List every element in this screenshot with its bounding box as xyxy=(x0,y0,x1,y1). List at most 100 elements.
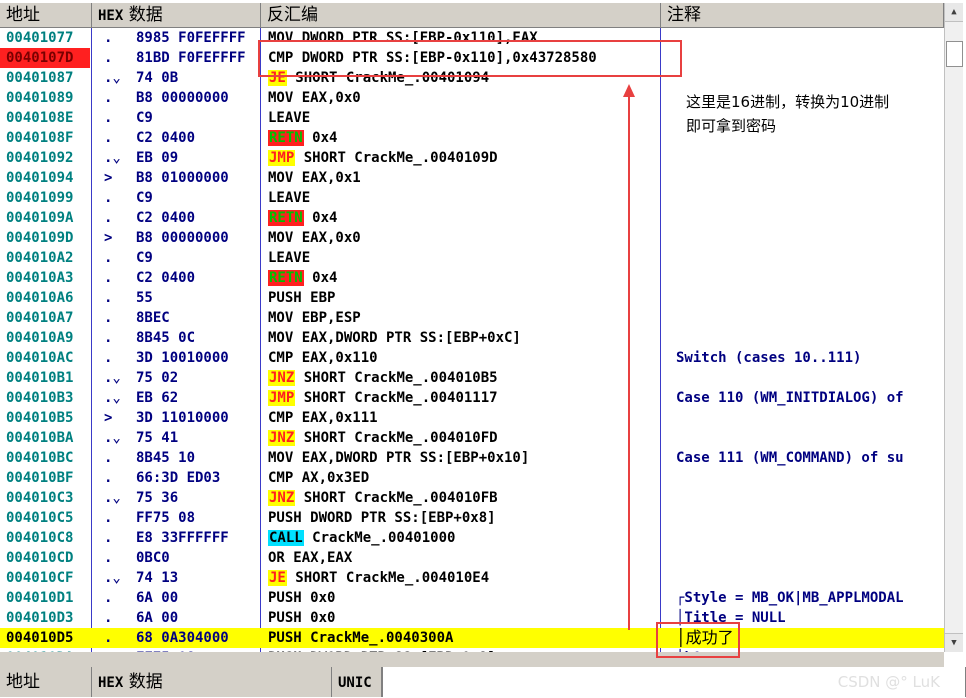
row-address[interactable]: 004010BA xyxy=(6,428,73,448)
row-instruction[interactable]: JE SHORT CrackMe_.004010E4 xyxy=(268,568,658,588)
row-hex-bytes[interactable]: EB 09 xyxy=(136,148,258,168)
row-address[interactable]: 004010A7 xyxy=(6,308,73,328)
row-address[interactable]: 00401094 xyxy=(6,168,73,188)
disassembly-row[interactable]: 004010CF .⌄ 74 13 JE SHORT CrackMe_.004010E… xyxy=(0,568,944,588)
row-instruction[interactable]: PUSH 0x0 xyxy=(268,588,658,608)
disassembly-row[interactable]: 004010C8. E8 33FFFFFF CALL CrackMe_.004010… xyxy=(0,528,944,548)
row-hex-bytes[interactable]: 8985 F0FEFFFF xyxy=(136,28,258,48)
row-address[interactable]: 004010CF xyxy=(6,568,73,588)
row-instruction[interactable]: RETN 0x4 xyxy=(268,128,658,148)
row-address[interactable]: 004010D1 xyxy=(6,588,73,608)
row-instruction[interactable]: JNZ SHORT CrackMe_.004010FD xyxy=(268,428,658,448)
dump-header-unicode[interactable]: UNIC xyxy=(332,667,382,697)
row-address[interactable]: 004010B3 xyxy=(6,388,73,408)
disassembly-row[interactable]: 00401092 .⌄ EB 09 JMP SHORT CrackMe_.004010… xyxy=(0,148,944,168)
row-hex-bytes[interactable]: 8B45 10 xyxy=(136,448,258,468)
row-address[interactable]: 004010BC xyxy=(6,448,73,468)
scroll-thumb[interactable] xyxy=(946,41,963,67)
row-instruction[interactable]: MOV EAX,0x0 xyxy=(268,228,658,248)
vertical-scrollbar[interactable]: ▲ ▼ xyxy=(944,3,963,652)
row-hex-bytes[interactable]: B8 01000000 xyxy=(136,168,258,188)
disassembly-row[interactable]: 004010C3 .⌄ 75 36 JNZ SHORT CrackMe_.004010… xyxy=(0,488,944,508)
disassembly-row[interactable]: 00401094 > B8 01000000 MOV EAX,0x1 xyxy=(0,168,944,188)
row-hex-bytes[interactable]: 75 02 xyxy=(136,368,258,388)
column-header-hex[interactable]: HEX 数据 xyxy=(92,3,261,28)
disassembly-row[interactable]: 004010C5. FF75 08 PUSH DWORD PTR SS:[EBP+0… xyxy=(0,508,944,528)
disassembly-row[interactable]: 004010A3. C2 0400 RETN 0x4 xyxy=(0,268,944,288)
row-address[interactable]: 0040108E xyxy=(6,108,73,128)
row-hex-bytes[interactable]: 68 0A304000 xyxy=(136,628,258,648)
row-comment[interactable]: ┌Style = MB_OK|MB_APPLMODAL xyxy=(676,588,944,608)
disassembly-row[interactable]: 004010A6. 55 PUSH EBP xyxy=(0,288,944,308)
row-hex-bytes[interactable]: 74 13 xyxy=(136,568,258,588)
disassembly-row[interactable]: 004010AC. 3D 10010000 CMP EAX,0x110 Switch … xyxy=(0,348,944,368)
row-comment[interactable]: Case 110 (WM_INITDIALOG) of xyxy=(676,388,944,408)
row-instruction[interactable]: RETN 0x4 xyxy=(268,268,658,288)
row-address[interactable]: 00401092 xyxy=(6,148,73,168)
row-hex-bytes[interactable]: C2 0400 xyxy=(136,208,258,228)
row-hex-bytes[interactable]: 3D 11010000 xyxy=(136,408,258,428)
disassembly-row[interactable]: 004010B3 .⌄ EB 62 JMP SHORT CrackMe_.004011… xyxy=(0,388,944,408)
disassembly-row[interactable]: 00401099. C9 LEAVE xyxy=(0,188,944,208)
row-instruction[interactable]: MOV EAX,0x1 xyxy=(268,168,658,188)
row-address[interactable]: 004010B5 xyxy=(6,408,73,428)
row-address[interactable]: 00401089 xyxy=(6,88,73,108)
pane-splitter[interactable] xyxy=(0,652,944,667)
row-address[interactable]: 004010A6 xyxy=(6,288,73,308)
row-hex-bytes[interactable]: C9 xyxy=(136,188,258,208)
row-hex-bytes[interactable]: B8 00000000 xyxy=(136,88,258,108)
column-header-disassembly[interactable]: 反汇编 xyxy=(261,3,661,28)
row-address[interactable]: 004010CD xyxy=(6,548,73,568)
disassembly-row[interactable]: 004010BF. 66:3D ED03 CMP AX,0x3ED xyxy=(0,468,944,488)
row-address[interactable]: 0040109A xyxy=(6,208,73,228)
row-address[interactable]: 004010B1 xyxy=(6,368,73,388)
row-address[interactable]: 004010BF xyxy=(6,468,73,488)
column-header-comment[interactable]: 注释 xyxy=(661,3,944,28)
row-hex-bytes[interactable]: C9 xyxy=(136,108,258,128)
row-address[interactable]: 0040108F xyxy=(6,128,73,148)
row-comment[interactable]: Switch (cases 10..111) xyxy=(676,348,944,368)
row-instruction[interactable]: PUSH CrackMe_.0040300A xyxy=(268,628,658,648)
row-instruction[interactable]: OR EAX,EAX xyxy=(268,548,658,568)
row-instruction[interactable]: CALL CrackMe_.00401000 xyxy=(268,528,658,548)
row-address[interactable]: 004010C8 xyxy=(6,528,73,548)
disassembly-row[interactable]: 004010D5. 68 0A304000 PUSH CrackMe_.004030… xyxy=(0,628,944,648)
disassembly-row[interactable]: 004010B1 .⌄ 75 02 JNZ SHORT CrackMe_.004010… xyxy=(0,368,944,388)
row-address[interactable]: 00401077 xyxy=(6,28,73,48)
row-instruction[interactable]: JNZ SHORT CrackMe_.004010FB xyxy=(268,488,658,508)
row-instruction[interactable]: PUSH DWORD PTR SS:[EBP+0x8] xyxy=(268,508,658,528)
row-instruction[interactable]: JMP SHORT CrackMe_.00401117 xyxy=(268,388,658,408)
row-hex-bytes[interactable]: 66:3D ED03 xyxy=(136,468,258,488)
disassembly-row[interactable]: 004010A9. 8B45 0C MOV EAX,DWORD PTR SS:[EB… xyxy=(0,328,944,348)
row-hex-bytes[interactable]: 6A 00 xyxy=(136,588,258,608)
row-comment[interactable]: Case 111 (WM_COMMAND) of su xyxy=(676,448,944,468)
row-instruction[interactable]: JNZ SHORT CrackMe_.004010B5 xyxy=(268,368,658,388)
row-instruction[interactable]: MOV EAX,DWORD PTR SS:[EBP+0xC] xyxy=(268,328,658,348)
row-instruction[interactable]: LEAVE xyxy=(268,188,658,208)
row-instruction[interactable]: MOV EBP,ESP xyxy=(268,308,658,328)
row-instruction[interactable]: JMP SHORT CrackMe_.0040109D xyxy=(268,148,658,168)
row-hex-bytes[interactable]: EB 62 xyxy=(136,388,258,408)
row-address[interactable]: 004010D3 xyxy=(6,608,73,628)
row-hex-bytes[interactable]: 81BD F0FEFFFF xyxy=(136,48,258,68)
disassembly-row[interactable]: 004010D1. 6A 00 PUSH 0x0 ┌Style = MB_OK|MB_… xyxy=(0,588,944,608)
row-hex-bytes[interactable]: 8B45 0C xyxy=(136,328,258,348)
row-address[interactable]: 00401099 xyxy=(6,188,73,208)
disassembly-row[interactable]: 004010B5 >3D 11010000 CMP EAX,0x111 xyxy=(0,408,944,428)
disassembly-row[interactable]: 0040109D > B8 00000000 MOV EAX,0x0 xyxy=(0,228,944,248)
row-instruction[interactable]: PUSH 0x0 xyxy=(268,608,658,628)
row-instruction[interactable]: PUSH EBP xyxy=(268,288,658,308)
row-instruction[interactable]: MOV EAX,DWORD PTR SS:[EBP+0x10] xyxy=(268,448,658,468)
row-instruction[interactable]: MOV EAX,0x0 xyxy=(268,88,658,108)
disassembly-row[interactable]: 004010A7. 8BEC MOV EBP,ESP xyxy=(0,308,944,328)
row-address[interactable]: 004010AC xyxy=(6,348,73,368)
row-address[interactable]: 0040109D xyxy=(6,228,73,248)
row-hex-bytes[interactable]: 0BC0 xyxy=(136,548,258,568)
disassembly-row[interactable]: 0040109A. C2 0400 RETN 0x4 xyxy=(0,208,944,228)
row-hex-bytes[interactable]: C2 0400 xyxy=(136,268,258,288)
disassembly-row[interactable]: 004010BA .⌄ 75 41 JNZ SHORT CrackMe_.004010… xyxy=(0,428,944,448)
row-address[interactable]: 004010A3 xyxy=(6,268,73,288)
row-hex-bytes[interactable]: FF75 08 xyxy=(136,508,258,528)
row-instruction[interactable]: CMP AX,0x3ED xyxy=(268,468,658,488)
row-hex-bytes[interactable]: B8 00000000 xyxy=(136,228,258,248)
